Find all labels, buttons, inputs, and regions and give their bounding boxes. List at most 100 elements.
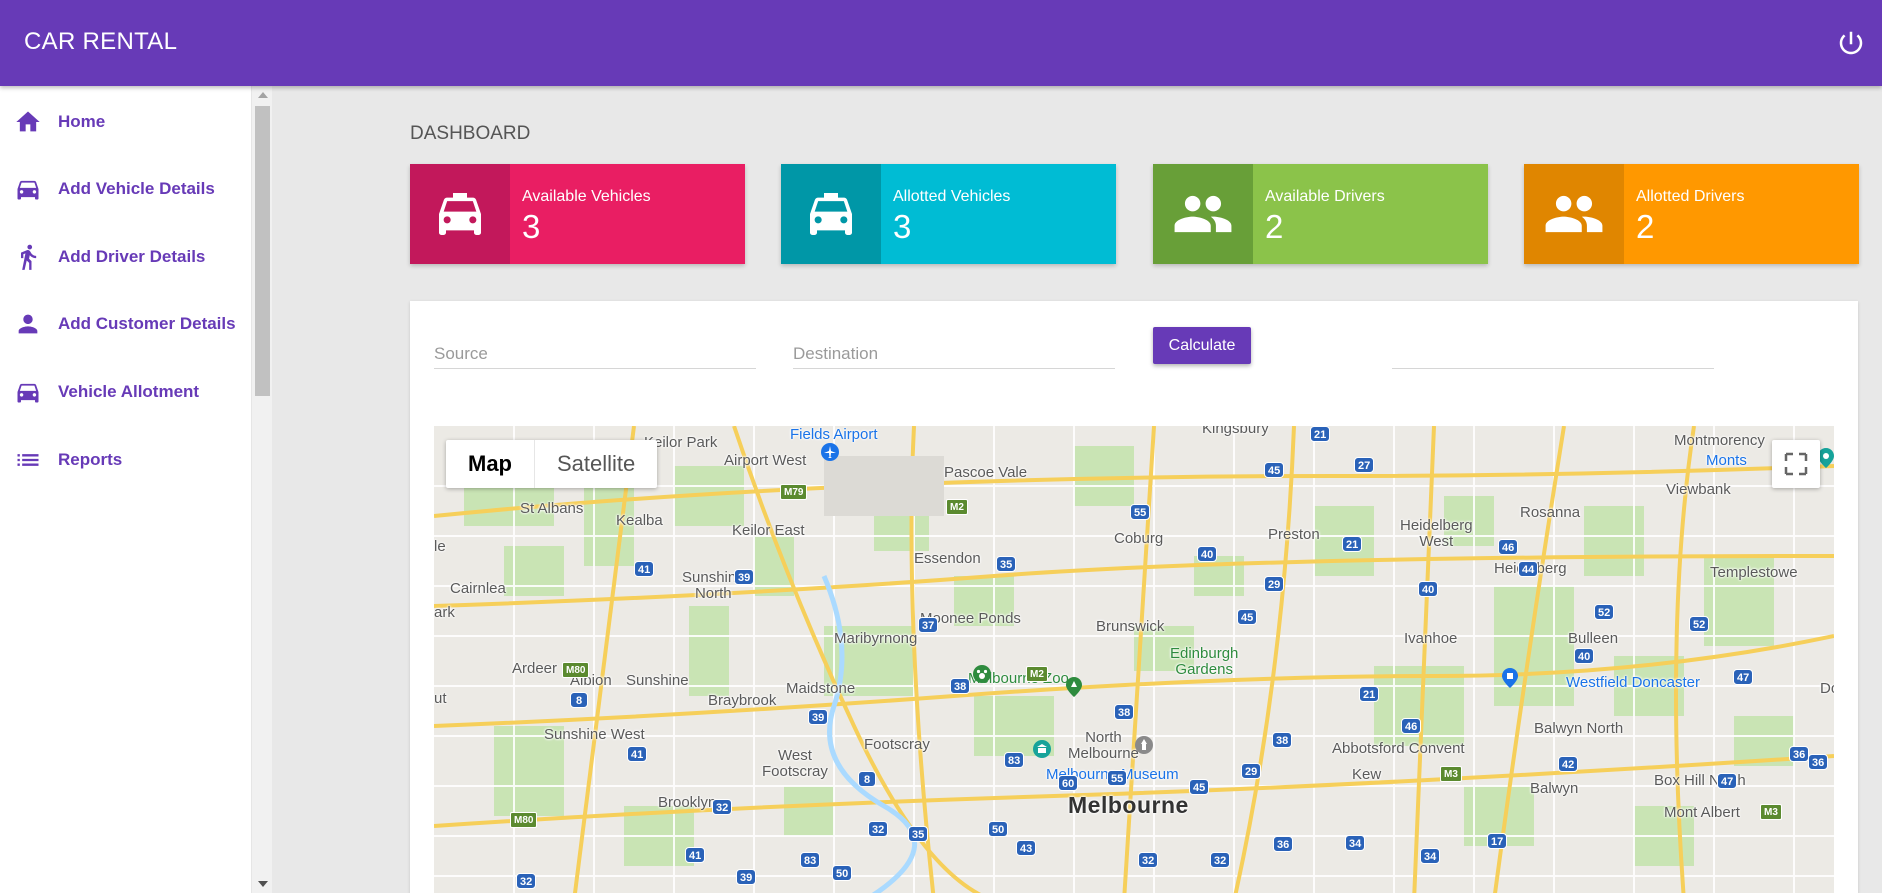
road-shield: 32 bbox=[516, 873, 537, 889]
road-shield: 39 bbox=[736, 869, 757, 885]
car-icon bbox=[17, 180, 39, 200]
map-label-rosanna: Rosanna bbox=[1520, 504, 1581, 521]
road-shield: 50 bbox=[832, 865, 853, 881]
app-title: CAR RENTAL bbox=[24, 28, 178, 55]
distance-result-field[interactable] bbox=[1392, 341, 1714, 369]
sidebar-item-label: Vehicle Allotment bbox=[58, 382, 200, 401]
destination-input[interactable] bbox=[793, 341, 1115, 367]
road-shield: 46 bbox=[1401, 718, 1422, 734]
road-shield: 44 bbox=[1518, 561, 1539, 577]
map-label-balwyn: Balwyn bbox=[1530, 780, 1579, 797]
map-label-essendon: Essendon bbox=[914, 550, 981, 567]
road-shield: 21 bbox=[1342, 536, 1363, 552]
road-shield: 41 bbox=[627, 746, 648, 762]
scrollbar-thumb[interactable] bbox=[255, 106, 270, 396]
calculate-button[interactable]: Calculate bbox=[1153, 327, 1251, 364]
map-type-satellite-button[interactable]: Satellite bbox=[534, 440, 657, 488]
road-shield: 35 bbox=[996, 556, 1017, 572]
map-label-heidelberg-west: Heidelberg West bbox=[1400, 517, 1473, 550]
road-shield: 35 bbox=[908, 826, 929, 842]
sidebar: Home Add Vehicle Details Add Driver Deta… bbox=[0, 86, 272, 893]
road-shield: M80 bbox=[510, 812, 538, 828]
fullscreen-icon bbox=[1784, 452, 1808, 476]
source-field[interactable] bbox=[434, 341, 756, 369]
distance-result-input[interactable] bbox=[1392, 341, 1714, 367]
sidebar-item-add-customer-details[interactable]: Add Customer Details bbox=[0, 292, 250, 356]
map-label-balwyn-north: Balwyn North bbox=[1534, 720, 1624, 737]
road-shield: 32 bbox=[1210, 852, 1231, 868]
road-shield: 8 bbox=[570, 692, 588, 708]
sidebar-item-reports[interactable]: Reports bbox=[0, 428, 250, 492]
top-app-bar: CAR RENTAL bbox=[0, 0, 1882, 86]
road-shield: 17 bbox=[1487, 833, 1508, 849]
card-value: 2 bbox=[1636, 208, 1655, 245]
map-label-ut: ut bbox=[434, 690, 447, 707]
road-shield: M2 bbox=[946, 499, 968, 515]
source-input[interactable] bbox=[434, 341, 756, 367]
sidebar-item-label: Add Driver Details bbox=[58, 247, 206, 266]
card-title: Available Drivers bbox=[1265, 188, 1385, 205]
sidebar-item-label: Add Vehicle Details bbox=[58, 179, 215, 198]
map-label-maidstone: Maidstone bbox=[786, 680, 856, 697]
sidebar-item-label: Add Customer Details bbox=[58, 314, 236, 333]
people-icon bbox=[1545, 195, 1603, 233]
road-shield: 34 bbox=[1345, 835, 1366, 851]
people-icon bbox=[1174, 195, 1232, 233]
sidebar-item-vehicle-allotment[interactable]: Vehicle Allotment bbox=[0, 360, 250, 424]
map-label-cairnlea: Cairnlea bbox=[450, 580, 506, 597]
map-label-fields-airport: Fields Airport bbox=[790, 426, 878, 443]
power-icon[interactable] bbox=[1836, 28, 1866, 58]
card-title: Available Vehicles bbox=[522, 188, 651, 205]
road-shield: 40 bbox=[1197, 546, 1218, 562]
scroll-up-arrow-icon[interactable] bbox=[258, 92, 268, 98]
road-shield: 21 bbox=[1359, 686, 1380, 702]
scroll-down-arrow-icon[interactable] bbox=[258, 881, 268, 887]
sidebar-item-home[interactable]: Home bbox=[0, 90, 250, 154]
sidebar-item-label: Home bbox=[58, 112, 106, 131]
map-label-le: le bbox=[434, 538, 446, 555]
museum-icon bbox=[1033, 740, 1051, 758]
road-shield: 29 bbox=[1264, 576, 1285, 592]
map-label-airport-west: Airport West bbox=[724, 452, 807, 469]
map-label-keilor-east: Keilor East bbox=[732, 522, 805, 539]
map-background bbox=[434, 426, 1834, 893]
road-shield: 47 bbox=[1717, 773, 1738, 789]
map-type-map-button[interactable]: Map bbox=[446, 440, 534, 488]
map-label-kew: Kew bbox=[1352, 766, 1382, 783]
map-label-westfield-doncaster: Westfield Doncaster bbox=[1566, 674, 1700, 691]
sidebar-item-label: Reports bbox=[58, 450, 123, 469]
road-shield: 40 bbox=[1418, 581, 1439, 597]
road-shield: 52 bbox=[1689, 616, 1710, 632]
map-label-abbotsford-convent: Abbotsford Convent bbox=[1332, 740, 1465, 757]
sidebar-item-add-driver-details[interactable]: Add Driver Details bbox=[0, 225, 250, 289]
road-shield: M3 bbox=[1760, 804, 1782, 820]
road-shield: 52 bbox=[1594, 604, 1615, 620]
road-shield: 21 bbox=[1310, 426, 1331, 442]
page-title: DASHBOARD bbox=[410, 123, 531, 144]
road-shield: 47 bbox=[1733, 669, 1754, 685]
road-shield: 37 bbox=[918, 617, 939, 633]
card-value: 2 bbox=[1265, 208, 1284, 245]
google-map[interactable]: Fields Airport Kingsbury Keilor Park Air… bbox=[434, 426, 1834, 893]
stat-card-allotted-vehicles: Allotted Vehicles 3 bbox=[781, 164, 1116, 264]
sidebar-scrollbar[interactable] bbox=[251, 86, 272, 893]
map-label-kealba: Kealba bbox=[616, 512, 663, 529]
road-shield: 55 bbox=[1107, 770, 1128, 786]
map-label-pascoe-vale: Pascoe Vale bbox=[944, 464, 1028, 481]
stat-card-allotted-drivers: Allotted Drivers 2 bbox=[1524, 164, 1859, 264]
road-shield: 45 bbox=[1264, 462, 1285, 478]
card-icon-box bbox=[1524, 164, 1624, 264]
sidebar-item-add-vehicle-details[interactable]: Add Vehicle Details bbox=[0, 157, 250, 221]
map-label-west-footscray: West Footscray bbox=[762, 747, 828, 780]
road-shield: 45 bbox=[1189, 779, 1210, 795]
road-shield: 83 bbox=[800, 852, 821, 868]
zoo-icon bbox=[973, 665, 991, 683]
destination-field[interactable] bbox=[793, 341, 1115, 369]
road-shield: 32 bbox=[868, 821, 889, 837]
map-label-braybrook: Braybrook bbox=[708, 692, 777, 709]
road-shield: M79 bbox=[780, 484, 808, 500]
map-label-melbourne: Melbourne bbox=[1068, 792, 1189, 818]
card-title: Allotted Drivers bbox=[1636, 188, 1745, 205]
walking-person-icon bbox=[21, 244, 37, 270]
fullscreen-button[interactable] bbox=[1772, 440, 1820, 488]
